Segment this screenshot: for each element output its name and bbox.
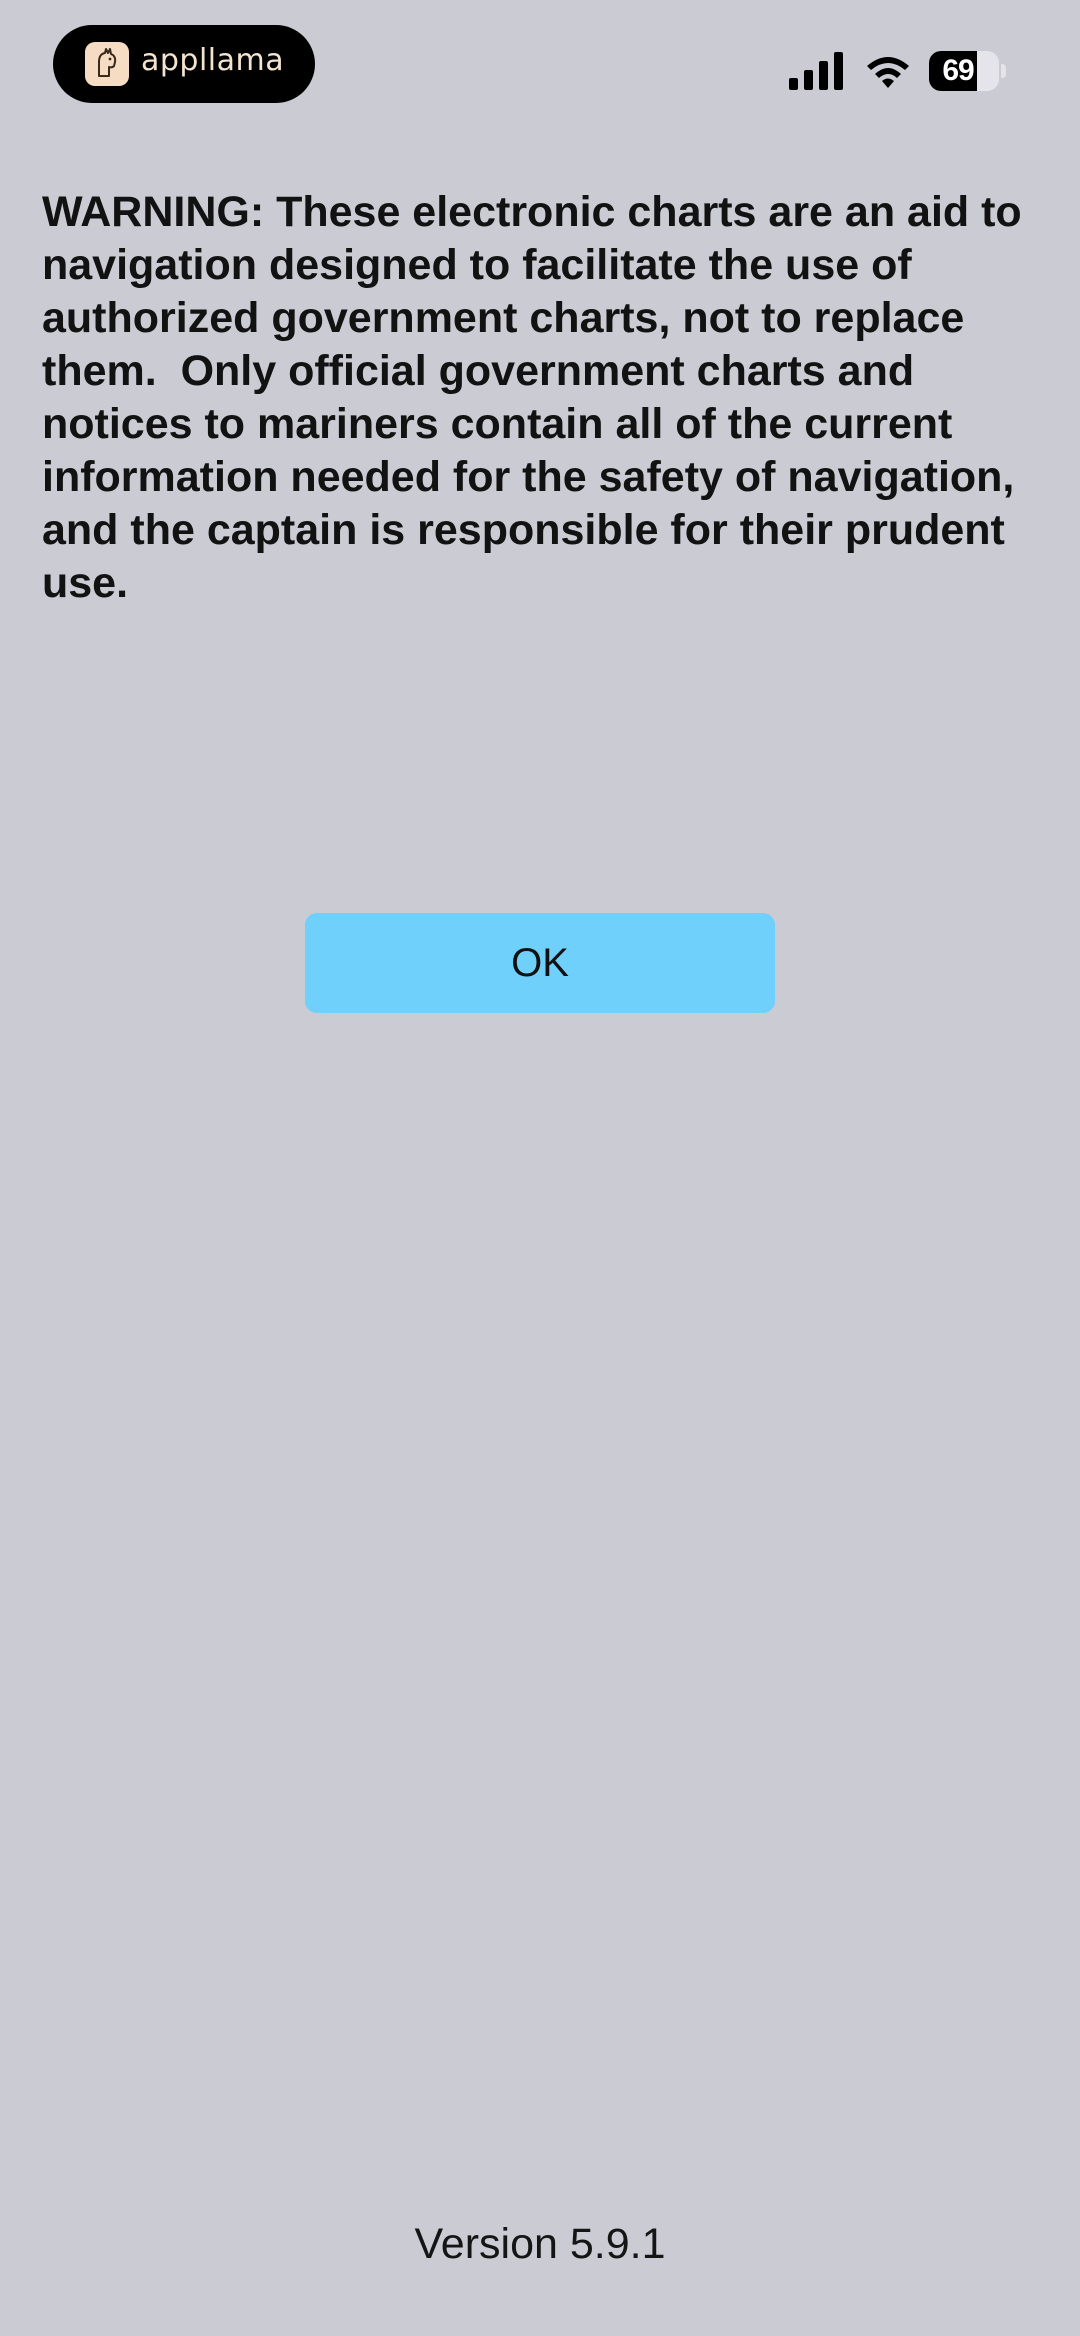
battery-cap (1001, 64, 1006, 78)
ok-button[interactable]: OK (305, 913, 775, 1013)
battery-icon: 69 (929, 51, 1007, 91)
dynamic-island[interactable]: appllama (53, 25, 315, 103)
appllama-logo-icon (85, 42, 129, 86)
app-badge-label: appllama (141, 43, 285, 78)
cellular-signal-icon (789, 52, 843, 90)
battery-level: 69 (942, 54, 974, 87)
wifi-icon (867, 57, 909, 88)
status-bar: appllama 69 (0, 0, 1080, 140)
navigation-warning-text: WARNING: These electronic charts are an … (42, 188, 1034, 607)
version-label: Version 5.9.1 (414, 2220, 666, 2268)
